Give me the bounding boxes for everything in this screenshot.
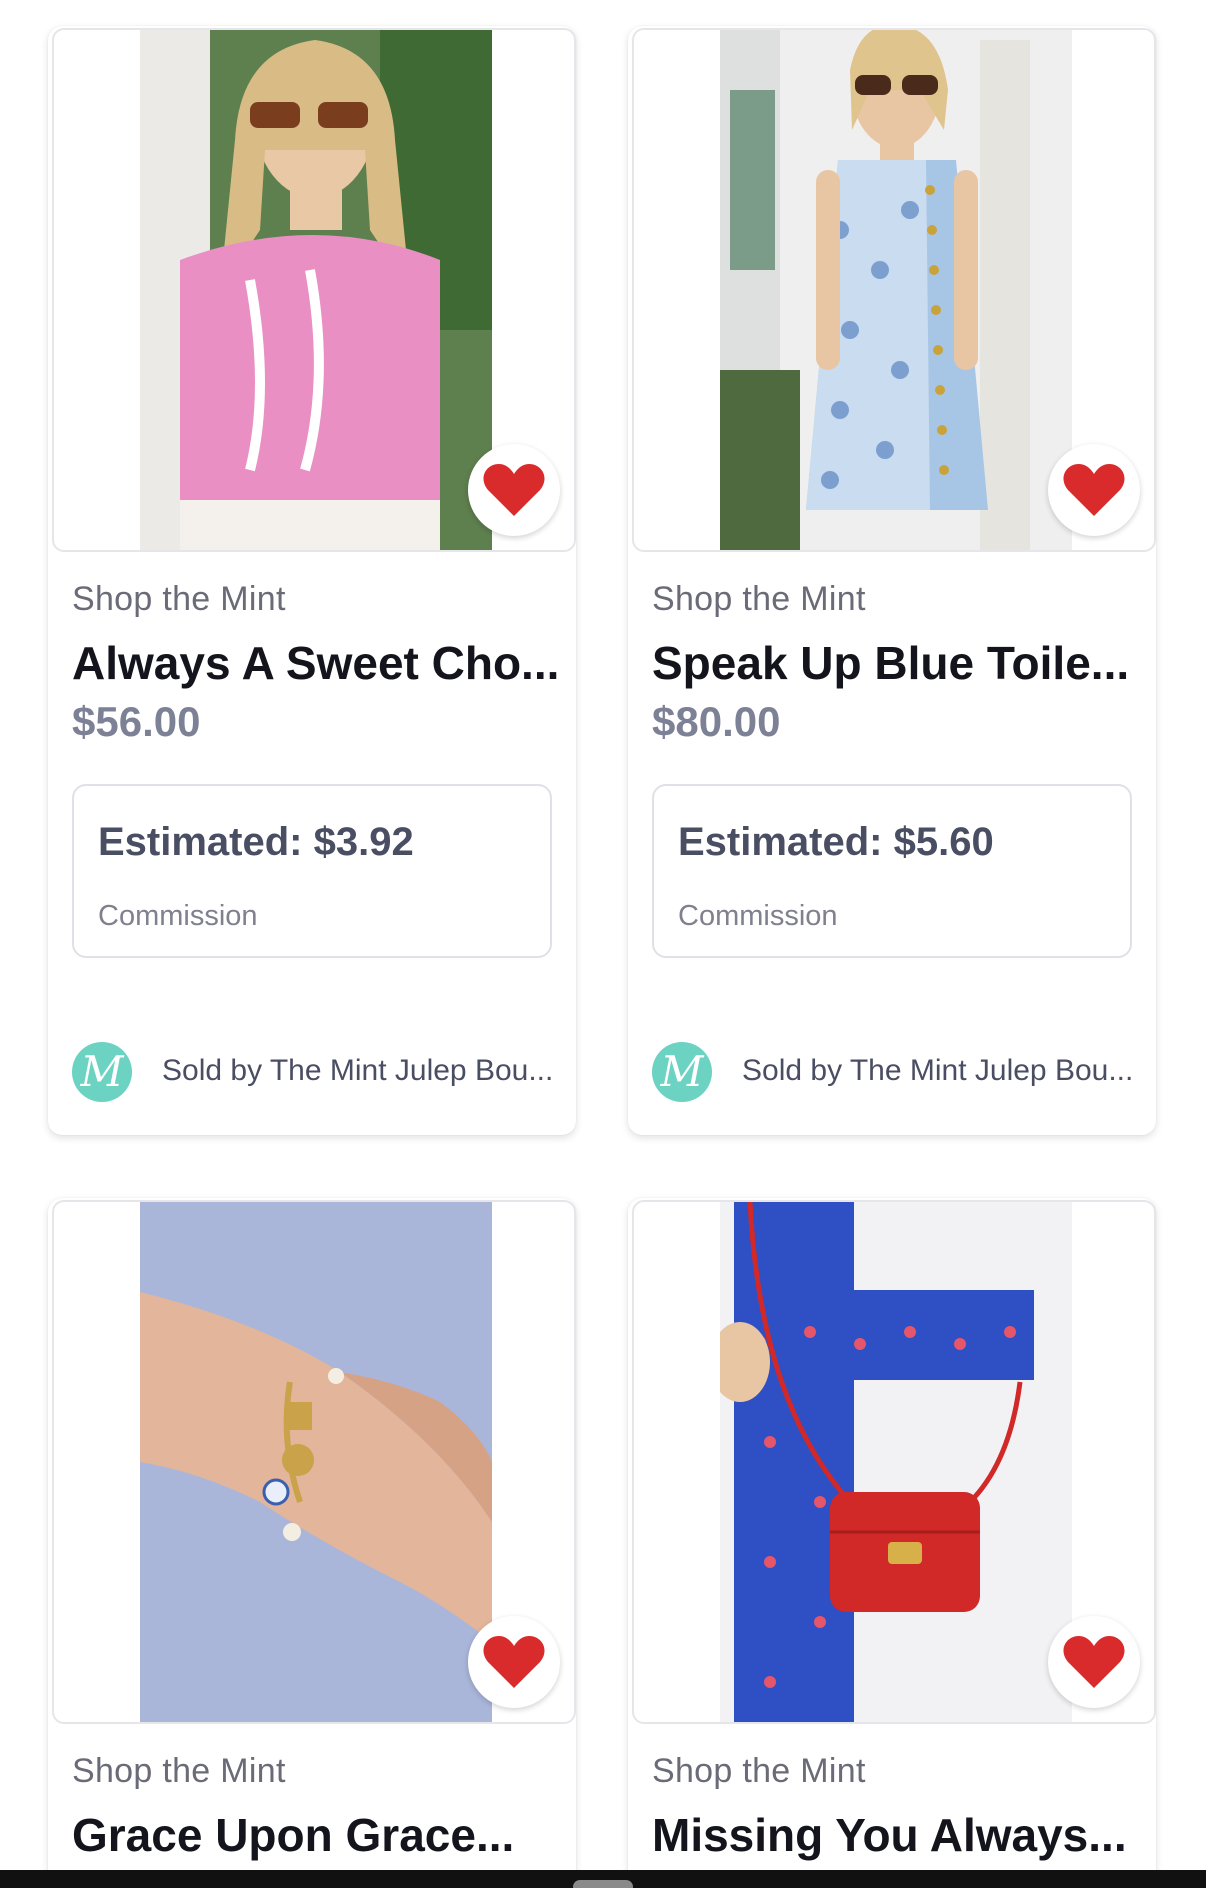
favorite-button[interactable] [1048, 1616, 1140, 1708]
store-name: Shop the Mint [72, 580, 286, 618]
seller-row[interactable]: M Sold by The Mint Julep Bou... [652, 1042, 1134, 1102]
product-image-frame[interactable] [52, 1200, 576, 1724]
estimated-commission: Estimated: $5.60 [678, 820, 994, 864]
product-image-frame[interactable] [632, 1200, 1156, 1724]
home-indicator[interactable] [573, 1880, 633, 1888]
commission-label: Commission [678, 900, 838, 932]
commission-box: Estimated: $5.60 Commission [652, 784, 1132, 958]
product-card[interactable]: Shop the Mint Always A Sweet Cho... $56.… [48, 26, 576, 1135]
heart-icon [483, 1636, 545, 1688]
seller-row[interactable]: M Sold by The Mint Julep Bou... [72, 1042, 554, 1102]
store-name: Shop the Mint [72, 1752, 286, 1790]
heart-icon [483, 464, 545, 516]
seller-logo: M [72, 1042, 132, 1102]
favorite-button[interactable] [468, 1616, 560, 1708]
heart-icon [1063, 464, 1125, 516]
store-name: Shop the Mint [652, 580, 866, 618]
product-price: $56.00 [72, 698, 201, 745]
favorite-button[interactable] [1048, 444, 1140, 536]
seller-name: Sold by The Mint Julep Bou... [742, 1054, 1134, 1087]
product-card[interactable]: Shop the Mint Speak Up Blue Toile... $80… [628, 26, 1156, 1135]
product-card[interactable]: Shop the Mint Missing You Always... [628, 1198, 1156, 1888]
product-photo-pink-fish-sweater[interactable] [140, 30, 492, 550]
seller-logo: M [652, 1042, 712, 1102]
seller-name: Sold by The Mint Julep Bou... [162, 1054, 554, 1087]
product-photo-red-quilted-bag[interactable] [720, 1202, 1072, 1722]
favorite-button[interactable] [468, 444, 560, 536]
store-name: Shop the Mint [652, 1752, 866, 1790]
product-image-frame[interactable] [52, 28, 576, 552]
product-title[interactable]: Always A Sweet Cho... [72, 636, 562, 690]
estimated-commission: Estimated: $3.92 [98, 820, 414, 864]
commission-label: Commission [98, 900, 258, 932]
product-title[interactable]: Grace Upon Grace... [72, 1808, 562, 1862]
product-title[interactable]: Missing You Always... [652, 1808, 1142, 1862]
heart-icon [1063, 1636, 1125, 1688]
product-card[interactable]: Shop the Mint Grace Upon Grace... [48, 1198, 576, 1888]
product-grid: Shop the Mint Always A Sweet Cho... $56.… [0, 0, 1206, 1888]
product-image-frame[interactable] [632, 28, 1156, 552]
commission-box: Estimated: $3.92 Commission [72, 784, 552, 958]
product-title[interactable]: Speak Up Blue Toile... [652, 636, 1142, 690]
product-photo-blue-toile-dress[interactable] [720, 30, 1072, 550]
product-price: $80.00 [652, 698, 781, 745]
product-photo-charm-bracelet[interactable] [140, 1202, 492, 1722]
